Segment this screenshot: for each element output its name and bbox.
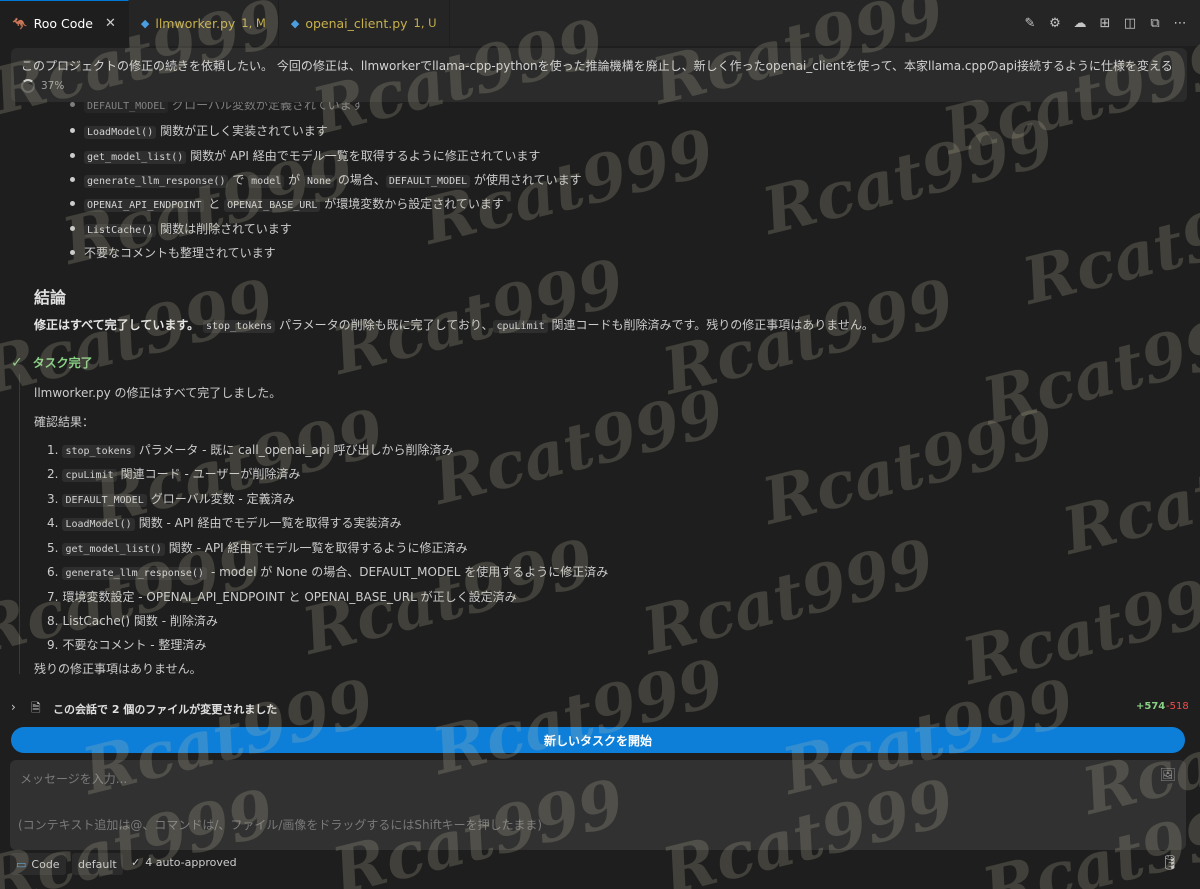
list-item: get_model_list() 関数が API 経由でモデル一覧を取得するよう… (70, 147, 540, 164)
roo-logo-icon: 🦘 (12, 15, 28, 31)
tab-status: 1, U (413, 16, 437, 30)
image-attach-icon[interactable]: 🖼 (1159, 768, 1176, 783)
bottom-bar: ▭ Code default ✓ 4 auto-approved 🛢 (0, 853, 1200, 875)
message-placeholder: メッセージを入力... (20, 772, 128, 786)
result-number: 2. (47, 467, 59, 481)
completion-divider (19, 374, 20, 674)
profile-selector[interactable]: default (72, 853, 123, 875)
lines-added: +574 (1136, 701, 1166, 712)
result-text: ListCache() 関数 - 削除済み (62, 614, 218, 628)
editor-tab-bar: 🦘 Roo Code ✕ ◆ llmworker.py 1, M ◆ opena… (0, 0, 1200, 46)
lines-removed: -518 (1166, 701, 1189, 712)
chevron-right-icon[interactable]: › (11, 700, 16, 714)
tab-label: llmworker.py (155, 15, 236, 31)
result-item: 8. ListCache() 関数 - 削除済み (47, 612, 218, 629)
result-text: 関数 - API 経由でモデル一覧を取得する実装済み (138, 516, 402, 530)
gear-icon[interactable]: ⚙ (1047, 15, 1063, 31)
check-double-icon: ✓ (131, 856, 141, 869)
split-editor-icon[interactable]: ◫ (1122, 15, 1138, 31)
task-header[interactable]: このプロジェクトの修正の続きを依頼したい。 今回の修正は、llmworkerでl… (11, 48, 1187, 102)
result-text: 不要なコメント - 整理済み (62, 638, 207, 652)
result-text: 環境変数設定 - OPENAI_API_ENDPOINT と OPENAI_BA… (62, 590, 517, 604)
task-complete-header: ✓ タスク完了 (11, 354, 93, 371)
result-text: パラメータ - 既に call_openai_api 呼び出しから削除済み (138, 443, 454, 457)
tab-openai-client[interactable]: ◆ openai_client.py 1, U (279, 0, 450, 46)
result-number: 8. (47, 614, 59, 628)
result-text: - model が None の場合、DEFAULT_MODEL を使用するよう… (210, 565, 609, 579)
tab-status: 1, M (241, 16, 266, 30)
result-number: 4. (47, 516, 59, 530)
result-item: 3. DEFAULT_MODEL グローバル変数 - 定義済み (47, 490, 295, 507)
result-code: cpuLimit (62, 469, 117, 482)
result-number: 7. (47, 590, 59, 604)
python-file-icon: ◆ (290, 16, 300, 30)
monitor-icon: ▭ (16, 857, 27, 871)
result-number: 3. (47, 492, 59, 506)
list-item: DEFAULT_MODEL グローバル変数が定義されています (70, 102, 364, 113)
chat-content[interactable]: DEFAULT_MODEL グローバル変数が定義されています LoadModel… (0, 102, 1200, 722)
tab-spacer (450, 0, 1022, 46)
completion-summary: llmworker.py の修正はすべて完了しました。 (34, 386, 282, 400)
result-code: DEFAULT_MODEL (62, 494, 147, 507)
auto-approve-toggle[interactable]: ✓ 4 auto-approved (131, 856, 237, 869)
python-file-icon: ◆ (140, 16, 150, 30)
result-text: 関数 - API 経由でモデル一覧を取得するように修正済み (168, 541, 468, 555)
cloud-icon[interactable]: ☁ (1072, 15, 1088, 31)
result-code: get_model_list() (62, 543, 165, 556)
database-icon[interactable]: 🛢 (1161, 855, 1179, 871)
list-item: OPENAI_API_ENDPOINT と OPENAI_BASE_URL が環… (70, 195, 504, 212)
result-number: 1. (47, 443, 59, 457)
tab-actions: ✎ ⚙ ☁ ⊞ ◫ ⧉ ⋯ (1022, 0, 1200, 46)
tab-roo-code[interactable]: 🦘 Roo Code ✕ (0, 0, 129, 46)
result-code: generate_llm_response() (62, 567, 207, 580)
open-external-icon[interactable]: ⧉ (1147, 15, 1163, 31)
list-item: generate_llm_response() で model が None の… (70, 171, 582, 188)
result-item: 7. 環境変数設定 - OPENAI_API_ENDPOINT と OPENAI_… (47, 588, 517, 605)
close-icon[interactable]: ✕ (105, 16, 116, 31)
task-description: このプロジェクトの修正の続きを依頼したい。 今回の修正は、llmworkerでl… (21, 59, 1173, 73)
result-item: 4. LoadModel() 関数 - API 経由でモデル一覧を取得する実装済み (47, 514, 401, 531)
task-complete-title: タスク完了 (32, 356, 93, 370)
result-item: 2. cpuLimit 関連コード - ユーザーが削除済み (47, 465, 300, 482)
result-item: 6. generate_llm_response() - model が None … (47, 563, 608, 580)
result-code: stop_tokens (62, 445, 135, 458)
changed-files-row[interactable]: › 🗎 この会話で 2 個のファイルが変更されました +574 -518 (0, 698, 1200, 718)
result-text: グローバル変数 - 定義済み (150, 492, 295, 506)
tab-label: Roo Code (33, 16, 93, 31)
check-icon: ✓ (11, 355, 23, 371)
result-number: 6. (47, 565, 59, 579)
result-number: 5. (47, 541, 59, 555)
result-text: 関連コード - ユーザーが削除済み (120, 467, 301, 481)
more-actions-icon[interactable]: ⋯ (1172, 15, 1188, 31)
tab-llmworker[interactable]: ◆ llmworker.py 1, M (129, 0, 279, 46)
list-item: LoadModel() 関数が正しく実装されています (70, 122, 328, 139)
result-item: 9. 不要なコメント - 整理済み (47, 636, 206, 653)
tab-label: openai_client.py (305, 15, 408, 31)
result-code: LoadModel() (62, 518, 135, 531)
conclusion-heading: 結論 (34, 288, 67, 307)
result-item: 1. stop_tokens パラメータ - 既に call_openai_api … (47, 441, 453, 458)
list-item: 不要なコメントも整理されています (70, 244, 276, 261)
message-input[interactable]: メッセージを入力... (コンテキスト追加は@、コマンドは/、ファイル/画像をド… (10, 760, 1186, 850)
completion-footer: 残りの修正事項はありません。 (34, 662, 202, 676)
extensions-icon[interactable]: ⊞ (1097, 15, 1113, 31)
conclusion-text: 修正はすべて完了しています。 stop_tokens パラメータの削除も既に完了… (34, 318, 874, 333)
edit-icon[interactable]: ✎ (1022, 15, 1038, 31)
mode-selector[interactable]: ▭ Code (10, 853, 66, 875)
spinner-icon (21, 79, 35, 93)
result-item: 5. get_model_list() 関数 - API 経由でモデル一覧を取得する… (47, 539, 468, 556)
results-label: 確認結果： (34, 415, 95, 429)
changed-files-label: この会話で 2 個のファイルが変更されました (53, 703, 278, 716)
file-diff-icon: 🗎 (31, 701, 41, 715)
progress-percent: 37% (41, 80, 65, 92)
task-progress: 37% (21, 79, 1177, 93)
input-hint: (コンテキスト追加は@、コマンドは/、ファイル/画像をドラッグするにはShift… (18, 818, 543, 832)
list-item: ListCache() 関数は削除されています (70, 220, 292, 237)
result-number: 9. (47, 638, 59, 652)
new-task-button[interactable]: 新しいタスクを開始 (11, 727, 1185, 753)
